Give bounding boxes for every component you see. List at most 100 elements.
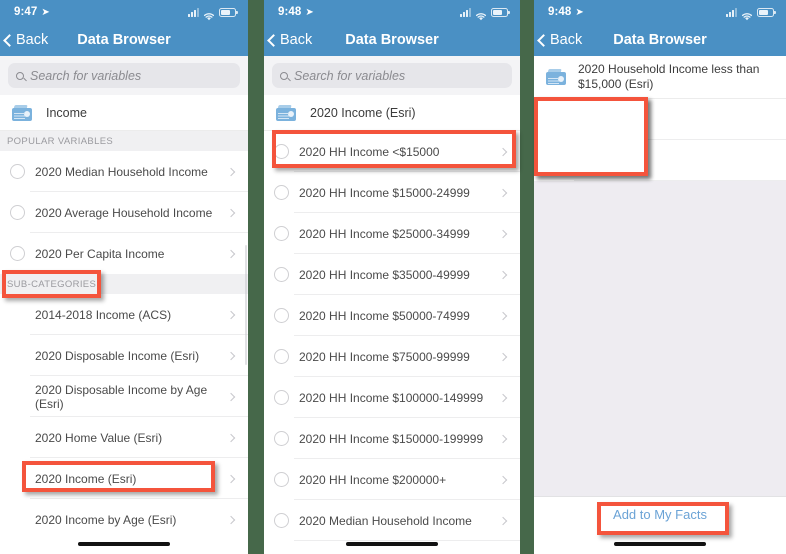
list-item-label: 2020 HH Income $25000-34999 — [299, 226, 470, 241]
list-scroller-1[interactable]: Income POPULAR VARIABLES 2020 Median Hou… — [0, 95, 248, 554]
add-to-my-facts-button[interactable]: Add to My Facts — [613, 507, 707, 522]
chevron-right-icon — [498, 475, 508, 484]
chevron-right-icon — [226, 249, 236, 258]
chevron-right-icon — [498, 352, 508, 361]
list-item-label: 2020 Median Household Income — [35, 164, 208, 179]
search-icon — [280, 71, 288, 80]
list-item[interactable]: 2020 HH Income $25000-34999 — [264, 213, 520, 254]
chevron-right-icon — [226, 167, 236, 176]
section-sub-categories: SUB-CATEGORIES — [0, 274, 248, 294]
wallet-icon — [276, 104, 296, 121]
battery-icon — [491, 7, 510, 17]
screenshot-stage: 9:47 ➤ Back Data Browser Search for vari… — [0, 0, 786, 554]
wifi-icon — [203, 8, 215, 20]
chevron-right-icon — [226, 392, 236, 401]
list-item-label: 2020 Home Value (Esri) — [35, 430, 163, 445]
list-item-label: 2020 HH Income $150000-199999 — [299, 431, 484, 446]
back-label: Back — [280, 32, 313, 48]
chevron-right-icon — [498, 188, 508, 197]
status-left-1: 9:47 ➤ — [14, 6, 50, 18]
category-label: 2020 Income (Esri) — [310, 105, 416, 120]
chevron-right-icon — [498, 393, 508, 402]
radio-button[interactable] — [274, 513, 289, 528]
status-left-2: 9:48 ➤ — [278, 6, 314, 18]
radio-button[interactable] — [274, 185, 289, 200]
home-indicator — [78, 542, 170, 546]
location-arrow-icon: ➤ — [575, 6, 584, 18]
list-item-label: 2014-2018 Income (ACS) — [35, 307, 172, 322]
list-item[interactable]: 2020 HH Income $200000+ — [264, 459, 520, 500]
list-item-label: 2020 HH Income $75000-99999 — [299, 349, 470, 364]
list-item[interactable]: 2020 Median Household Income — [264, 500, 520, 541]
radio-button[interactable] — [274, 390, 289, 405]
chevron-right-icon — [226, 474, 236, 483]
radio-button[interactable] — [274, 144, 289, 159]
list-item[interactable]: 2020 HH Income $75000-99999 — [264, 336, 520, 377]
list-item-hh-income-under-15000[interactable]: 2020 HH Income <$15000 — [264, 131, 520, 172]
back-label: Back — [16, 32, 49, 48]
status-bar-2: 9:48 ➤ — [264, 0, 520, 24]
list-item[interactable]: 2020 Median Household Income — [0, 151, 248, 192]
annotation-highlight-panel3-options — [534, 97, 648, 176]
back-button[interactable]: Back — [0, 32, 48, 48]
search-input[interactable]: Search for variables — [272, 63, 512, 88]
empty-area — [534, 181, 786, 496]
category-label: Income — [46, 105, 87, 120]
list-item[interactable]: 2020 Home Value (Esri) — [0, 417, 248, 458]
list-scroller-2[interactable]: 2020 Income (Esri) 2020 HH Income <$1500… — [264, 95, 520, 554]
radio-button[interactable] — [274, 226, 289, 241]
cellular-bars-icon — [460, 7, 471, 17]
search-placeholder: Search for variables — [294, 68, 406, 83]
search-container-2: Search for variables — [264, 56, 520, 95]
list-item[interactable]: 2020 Disposable Income (Esri) — [0, 335, 248, 376]
chevron-right-icon — [226, 351, 236, 360]
add-to-my-facts-bar[interactable]: Add to My Facts — [534, 496, 786, 532]
variable-header: 2020 Household Income less than $15,000 … — [534, 56, 786, 99]
list-item[interactable]: 2020 Per Capita Income — [0, 233, 248, 274]
radio-button[interactable] — [274, 431, 289, 446]
list-item-label: 2020 HH Income $35000-49999 — [299, 267, 470, 282]
chevron-right-icon — [226, 515, 236, 524]
wallet-icon — [12, 104, 32, 121]
search-container-1: Search for variables — [0, 56, 248, 95]
list-item[interactable]: 2020 HH Income $35000-49999 — [264, 254, 520, 295]
search-placeholder: Search for variables — [30, 68, 142, 83]
radio-button[interactable] — [274, 267, 289, 282]
battery-icon — [757, 7, 776, 17]
status-right-1 — [188, 7, 238, 20]
radio-button[interactable] — [274, 472, 289, 487]
back-button[interactable]: Back — [534, 32, 582, 48]
list-item[interactable]: 2020 Disposable Income by Age (Esri) — [0, 376, 248, 417]
search-input[interactable]: Search for variables — [8, 63, 240, 88]
battery-icon — [219, 7, 238, 17]
radio-button[interactable] — [10, 246, 25, 261]
list-item[interactable]: 2020 HH Income $150000-199999 — [264, 418, 520, 459]
search-icon — [16, 71, 24, 80]
radio-button[interactable] — [274, 308, 289, 323]
nav-bar-3: Back Data Browser — [534, 24, 786, 56]
list-item[interactable]: 2020 Average Household Income — [0, 192, 248, 233]
radio-button[interactable] — [274, 349, 289, 364]
back-button[interactable]: Back — [264, 32, 312, 48]
category-header-income: Income — [0, 95, 248, 131]
status-right-2 — [460, 7, 510, 20]
list-item[interactable]: 2020 HH Income $100000-149999 — [264, 377, 520, 418]
list-item[interactable]: 2020 HH Income $50000-74999 — [264, 295, 520, 336]
list-item-2020-income-esri[interactable]: 2020 Income (Esri) — [0, 458, 248, 499]
scrollbar[interactable] — [244, 245, 247, 365]
status-bar-3: 9:48 ➤ — [534, 0, 786, 24]
list-item[interactable]: 2020 HH Income $15000-24999 — [264, 172, 520, 213]
list-item[interactable]: 2014-2018 Income (ACS) — [0, 294, 248, 335]
list-item-label: 2020 HH Income $15000-24999 — [299, 185, 470, 200]
wifi-icon — [741, 8, 753, 20]
nav-bar-2: Back Data Browser — [264, 24, 520, 56]
cellular-bars-icon — [726, 7, 737, 17]
list-item-label: 2020 HH Income $100000-149999 — [299, 390, 484, 405]
chevron-right-icon — [498, 270, 508, 279]
status-left-3: 9:48 ➤ — [548, 6, 584, 18]
radio-button[interactable] — [10, 164, 25, 179]
list-item-label: 2020 Median Household Income — [299, 513, 472, 528]
chevron-right-icon — [226, 310, 236, 319]
cellular-bars-icon — [188, 7, 199, 17]
radio-button[interactable] — [10, 205, 25, 220]
